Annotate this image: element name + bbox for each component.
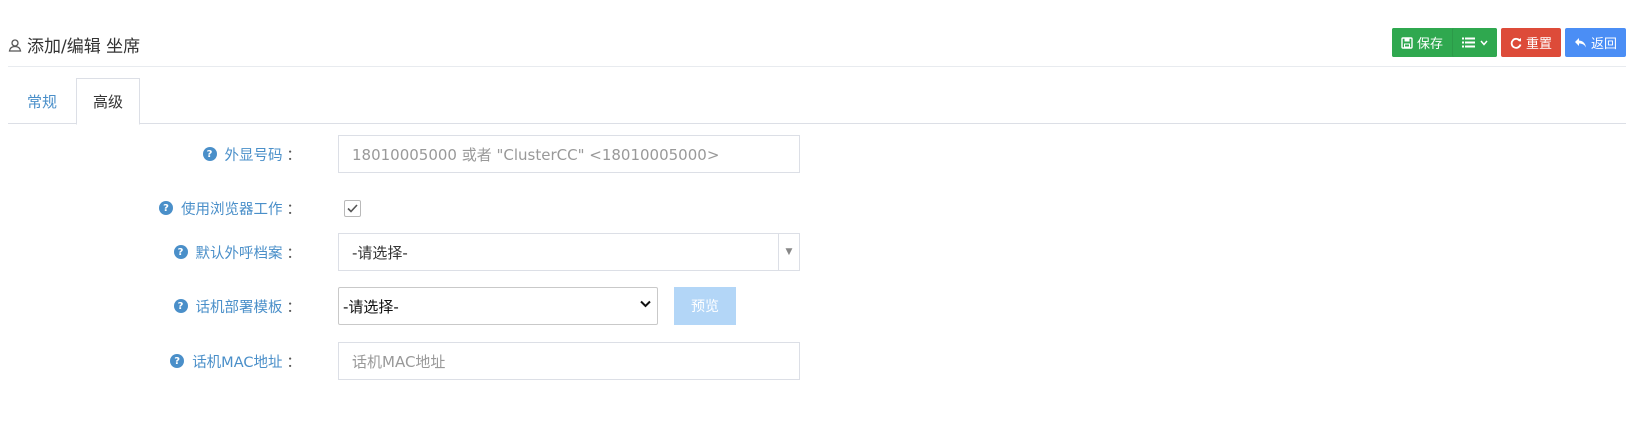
default-profile-label: ? 默认外呼档案 ： [173, 233, 302, 271]
list-icon [1461, 37, 1475, 48]
toolbar: 保存 重置 返回 [1391, 28, 1626, 57]
phone-mac-label-text: 话机MAC地址 [192, 354, 283, 371]
phone-mac-placeholder: 话机MAC地址 [352, 352, 446, 371]
form-row-caller-id: ? 外显号码 ： 18010005000 或者 "ClusterCC" <180… [0, 135, 1634, 173]
tab-bar: 常规 高级 [8, 78, 1626, 125]
user-icon [8, 38, 22, 52]
page-title-text: 添加/编辑 坐席 [27, 37, 141, 57]
caller-id-input[interactable]: 18010005000 或者 "ClusterCC" <18010005000> [338, 135, 800, 173]
label-colon: ： [286, 354, 302, 371]
label-colon: ： [286, 245, 302, 262]
default-profile-select[interactable]: -请选择- ▼ [338, 233, 800, 271]
tab-advanced[interactable]: 高级 [76, 78, 140, 125]
use-browser-label-text: 使用浏览器工作 [181, 201, 283, 218]
page-header: 添加/编辑 坐席 [8, 28, 1626, 64]
back-button[interactable]: 返回 [1564, 28, 1626, 57]
form-row-phone-template: ? 话机部署模板 ： -请选择- 预览 [0, 287, 1634, 325]
form-row-phone-mac: ? 话机MAC地址 ： 话机MAC地址 [0, 342, 1634, 380]
help-icon[interactable]: ? [202, 147, 217, 161]
form-row-use-browser: ? 使用浏览器工作 ： [0, 189, 1634, 227]
chevron-down-icon [1480, 40, 1488, 46]
phone-mac-label: ? 话机MAC地址 ： [170, 342, 301, 380]
caller-id-label-text: 外显号码 [224, 147, 283, 164]
phone-template-label-text: 话机部署模板 [195, 299, 283, 316]
phone-template-value: -请选择- [343, 297, 399, 316]
use-browser-checkbox[interactable] [344, 200, 361, 217]
header-divider [8, 66, 1626, 67]
reset-button-label: 重置 [1525, 37, 1552, 52]
save-button-group: 保存 [1391, 28, 1497, 57]
save-options-dropdown[interactable] [1451, 28, 1497, 57]
label-colon: ： [286, 299, 302, 316]
preview-button[interactable]: 预览 [674, 287, 736, 325]
checkmark-icon [347, 204, 358, 213]
help-icon[interactable]: ? [159, 201, 173, 215]
save-button[interactable]: 保存 [1391, 28, 1452, 57]
form-row-default-profile: ? 默认外呼档案 ： -请选择- ▼ [0, 233, 1634, 271]
refresh-icon [1510, 37, 1522, 49]
phone-mac-input[interactable]: 话机MAC地址 [338, 342, 800, 380]
use-browser-label: ? 使用浏览器工作 ： [159, 189, 301, 227]
phone-template-select[interactable]: -请选择- [338, 287, 658, 325]
caller-id-label: ? 外显号码 ： [202, 135, 302, 173]
label-colon: ： [286, 201, 302, 218]
label-colon: ： [286, 147, 302, 164]
reset-button[interactable]: 重置 [1500, 28, 1561, 57]
save-button-label: 保存 [1416, 37, 1443, 52]
tab-general[interactable]: 常规 [8, 78, 76, 124]
phone-template-label: ? 话机部署模板 ： [173, 287, 302, 325]
back-button-label: 返回 [1590, 37, 1617, 52]
help-icon[interactable]: ? [173, 245, 188, 259]
caller-id-placeholder: 18010005000 或者 "ClusterCC" <18010005000> [352, 145, 720, 164]
default-profile-value: -请选择- [352, 243, 408, 262]
help-icon[interactable]: ? [173, 299, 188, 313]
default-profile-label-text: 默认外呼档案 [195, 245, 283, 262]
help-icon[interactable]: ? [170, 354, 185, 368]
page-title: 添加/编辑 坐席 [8, 32, 140, 57]
floppy-icon [1401, 36, 1413, 49]
chevron-down-icon [640, 300, 651, 308]
reply-icon [1574, 37, 1586, 47]
dropdown-arrow-icon[interactable]: ▼ [778, 234, 799, 270]
